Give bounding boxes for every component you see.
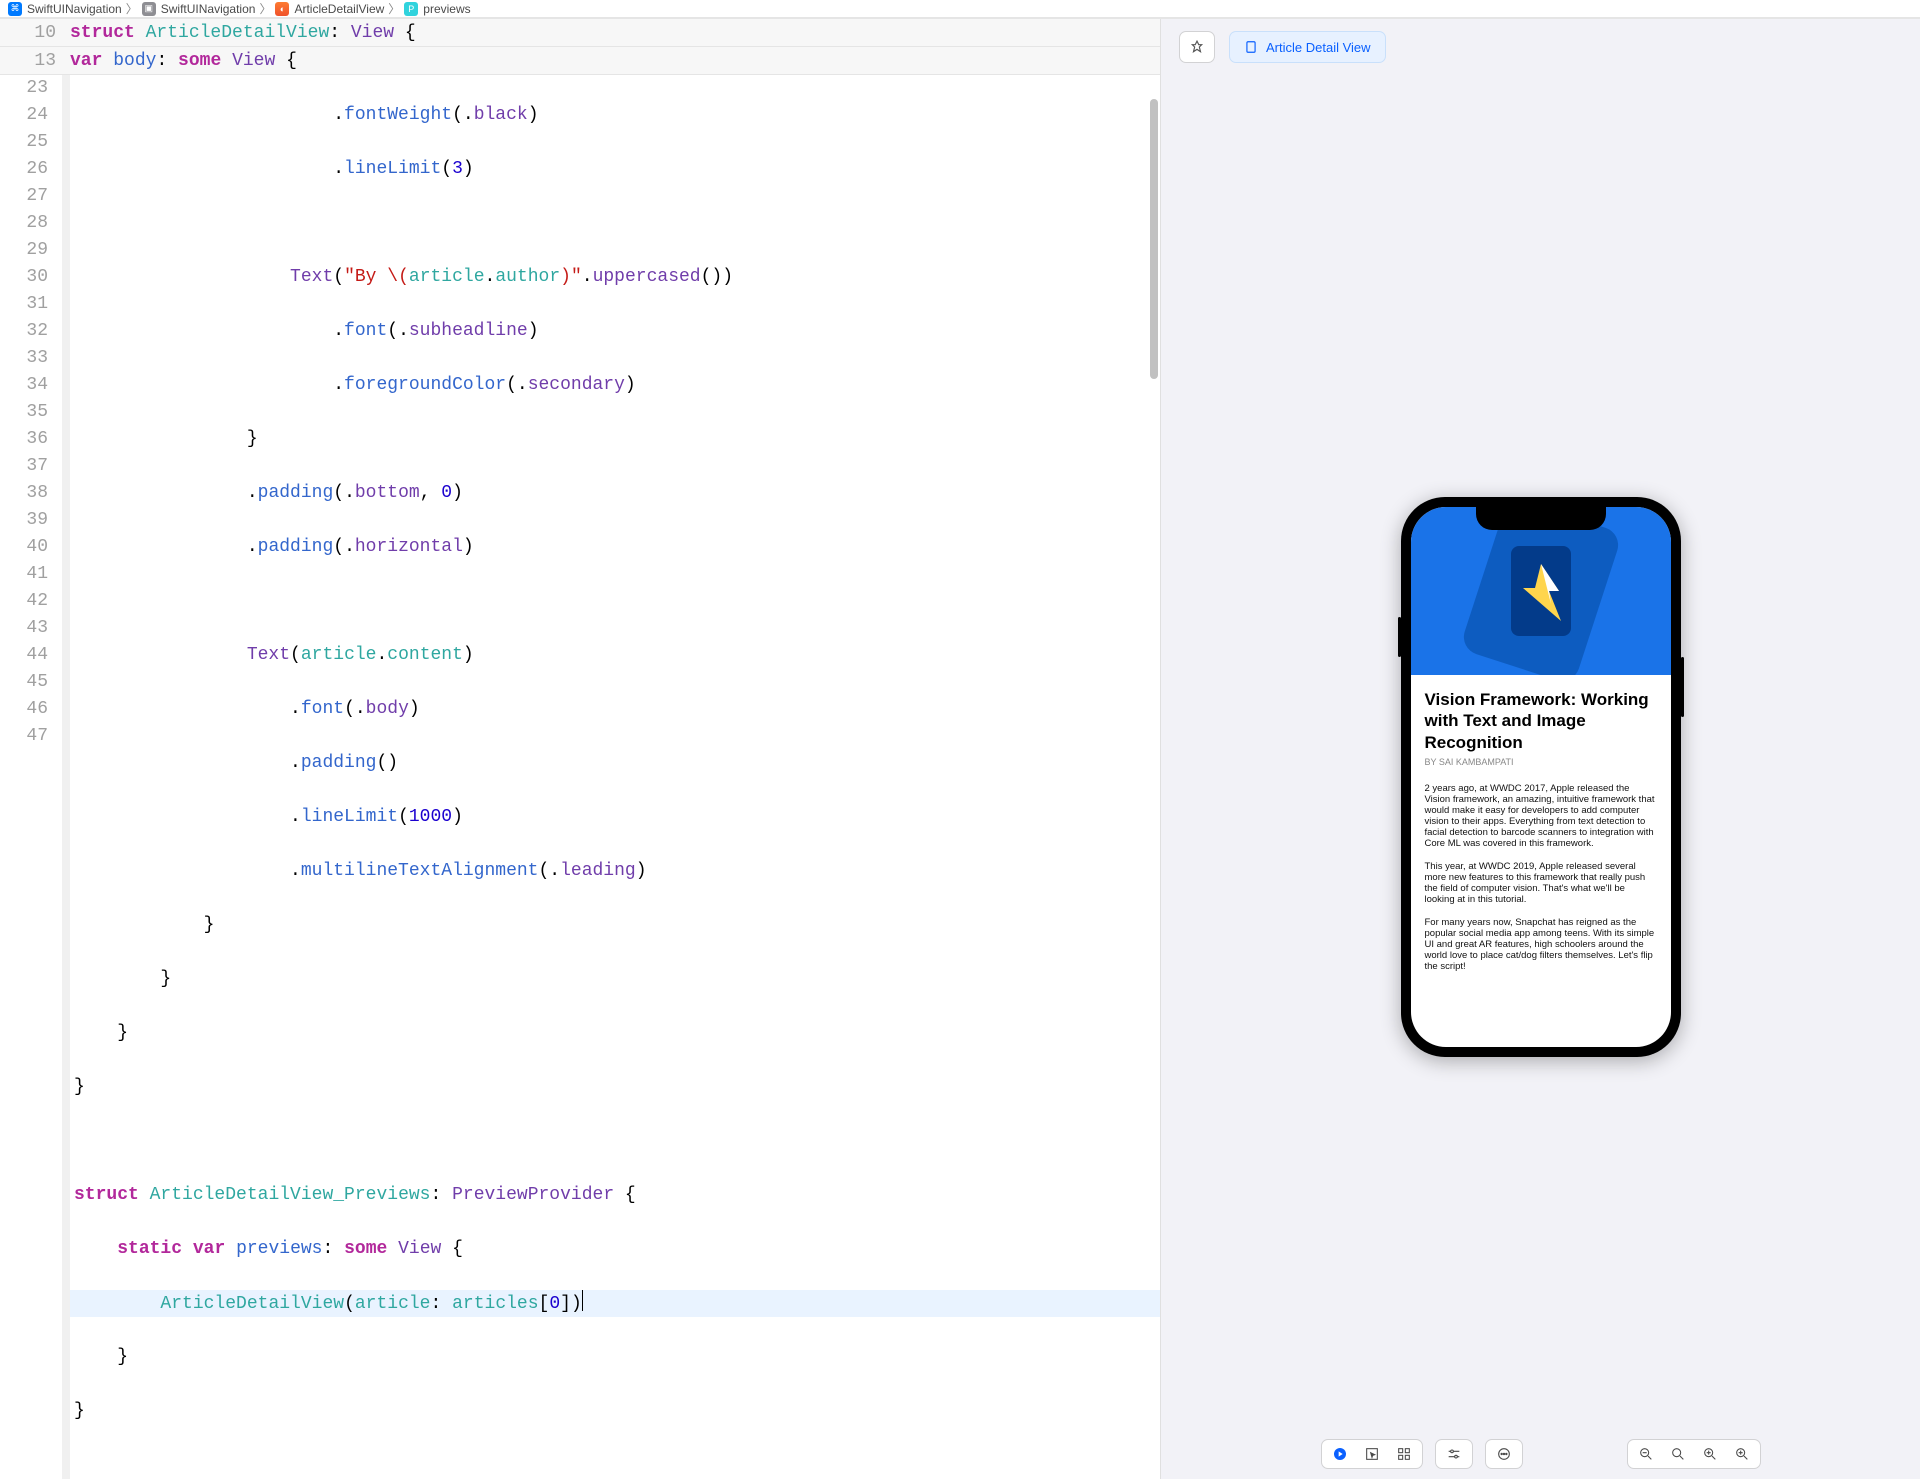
- chevron-right-icon: 〉: [126, 0, 138, 17]
- chevron-right-icon: 〉: [388, 0, 400, 17]
- scrollbar[interactable]: [1150, 99, 1158, 379]
- code-area[interactable]: .fontWeight(.black) .lineLimit(3) Text("…: [70, 75, 1160, 1479]
- chevron-right-icon: 〉: [259, 0, 271, 17]
- zoom-fit-button[interactable]: [1694, 1440, 1726, 1468]
- text-cursor: [582, 1290, 583, 1311]
- article-title: Vision Framework: Working with Text and …: [1425, 689, 1657, 753]
- breadcrumb-symbol[interactable]: P previews: [404, 2, 470, 16]
- breadcrumb-label: previews: [423, 2, 470, 16]
- property-icon: P: [404, 2, 418, 16]
- article-body: 2 years ago, at WWDC 2017, Apple release…: [1425, 783, 1657, 972]
- zoom-out-button[interactable]: [1630, 1440, 1662, 1468]
- zoom-in-button[interactable]: [1726, 1440, 1758, 1468]
- circle-ellipsis-icon: [1496, 1446, 1512, 1462]
- line-number: 10: [0, 23, 70, 43]
- play-circle-icon: [1332, 1446, 1348, 1462]
- breadcrumb: ⌘ SwiftUINavigation 〉 ▣ SwiftUINavigatio…: [0, 0, 1920, 18]
- phone-notch: [1476, 502, 1606, 530]
- zoom-out-icon: [1638, 1446, 1654, 1462]
- sticky-scope-line: 13 var body: some View {: [0, 47, 1160, 75]
- live-preview-button[interactable]: [1324, 1440, 1356, 1468]
- code-editor[interactable]: 10 struct ArticleDetailView: View { 13 v…: [0, 19, 1160, 1479]
- zoom-in-icon: [1734, 1446, 1750, 1462]
- article-byline: BY SAI KAMBAMPATI: [1425, 757, 1657, 767]
- preview-chip-label: Article Detail View: [1266, 40, 1371, 55]
- zoom-fit-icon: [1702, 1446, 1718, 1462]
- cursor-rect-icon: [1364, 1446, 1380, 1462]
- preview-settings-button[interactable]: [1485, 1439, 1523, 1469]
- article-hero-image: [1411, 507, 1671, 675]
- swift-icon: ◐: [275, 2, 289, 16]
- canvas-mode-group: [1321, 1439, 1423, 1469]
- zoom-group: [1627, 1439, 1761, 1469]
- sticky-scope-line: 10 struct ArticleDetailView: View {: [0, 19, 1160, 47]
- pin-preview-button[interactable]: [1179, 31, 1215, 63]
- pin-icon: [1190, 40, 1204, 54]
- selectable-preview-button[interactable]: [1356, 1440, 1388, 1468]
- preview-chip[interactable]: Article Detail View: [1229, 31, 1386, 63]
- device-settings-button[interactable]: [1435, 1439, 1473, 1469]
- canvas-toolbar: [1161, 1439, 1920, 1469]
- line-number: 13: [0, 51, 70, 71]
- breadcrumb-label: SwiftUINavigation: [27, 2, 122, 16]
- folder-icon: ▣: [142, 2, 156, 16]
- line-gutter: 23 24 25 26 27 28 29 30 31 32 33 34 35 3…: [0, 75, 70, 1479]
- breadcrumb-group[interactable]: ▣ SwiftUINavigation: [142, 2, 256, 16]
- variants-preview-button[interactable]: [1388, 1440, 1420, 1468]
- canvas-preview: Article Detail View: [1160, 19, 1920, 1479]
- breadcrumb-project[interactable]: ⌘ SwiftUINavigation: [8, 2, 122, 16]
- zoom-actual-button[interactable]: [1662, 1440, 1694, 1468]
- grid-icon: [1396, 1446, 1412, 1462]
- breadcrumb-label: SwiftUINavigation: [161, 2, 256, 16]
- zoom-100-icon: [1670, 1446, 1686, 1462]
- sliders-icon: [1446, 1446, 1462, 1462]
- project-icon: ⌘: [8, 2, 22, 16]
- breadcrumb-label: ArticleDetailView: [294, 2, 384, 16]
- device-icon: [1244, 40, 1258, 54]
- phone-mock: Vision Framework: Working with Text and …: [1401, 497, 1681, 1057]
- breadcrumb-file[interactable]: ◐ ArticleDetailView: [275, 2, 384, 16]
